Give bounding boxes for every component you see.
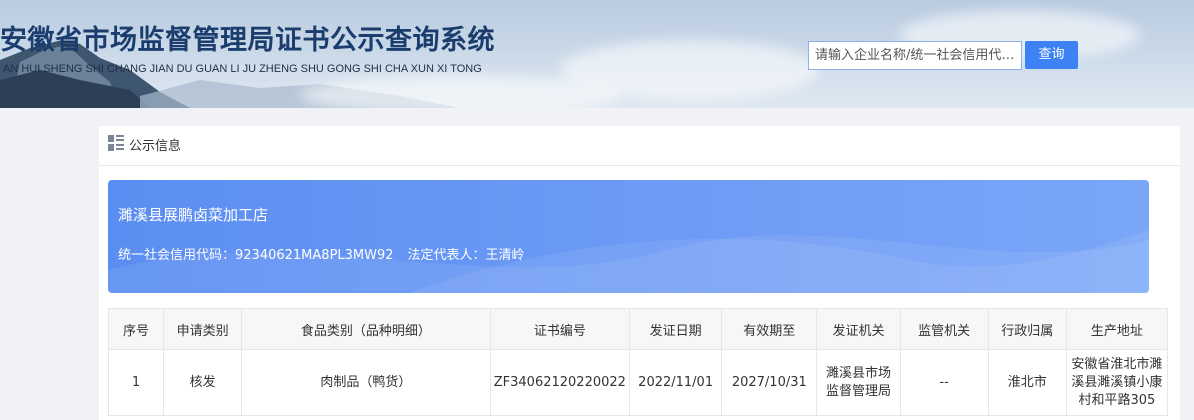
legal-rep: 王清岭 [485,248,525,263]
panel-header: 公示信息 [99,126,1180,166]
table-header-row: 序号 申请类别 食品类别（品种明细） 证书编号 发证日期 有效期至 发证机关 监… [107,308,1169,350]
header-cell: 生产地址 [1065,308,1169,350]
company-info: 统一社会信用代码：92340621MA8PL3MW92 法定代表人：王清岭 [118,244,525,263]
public-info-panel: 公示信息 濉溪县展鹏卤菜加工店 统一社会信用代码：92340621MA8PL3M… [99,126,1180,420]
credit-code: 92340621MA8PL3MW92 [235,248,394,263]
header-cell: 序号 [107,308,165,350]
certificate-table: 序号 申请类别 食品类别（品种明细） 证书编号 发证日期 有效期至 发证机关 监… [107,308,1169,416]
legal-rep-label: 法定代表人： [407,248,486,263]
header-cell: 监管机关 [899,308,989,350]
table-cell: 淮北市 [987,349,1067,416]
header-cell: 发证日期 [629,308,723,350]
header-cell: 证书编号 [489,308,631,350]
company-card: 濉溪县展鹏卤菜加工店 统一社会信用代码：92340621MA8PL3MW92 法定… [108,180,1149,293]
search-button[interactable]: 查询 [1025,41,1078,69]
company-name: 濉溪县展鹏卤菜加工店 [118,206,269,224]
header-cell: 行政归属 [987,308,1067,350]
table-cell: -- [899,349,989,416]
site-subtitle: AN HUI SHENG SHI CHANG JIAN DU GUAN LI J… [3,63,482,75]
search-input[interactable]: 请输入企业名称/统一社会信用代码... [808,41,1022,70]
header-cell: 有效期至 [721,308,818,350]
table-cell: 安徽省淮北市濉溪县濉溪镇小康村和平路305 [1065,349,1169,416]
wave-decoration [108,230,1149,293]
table-cell: 2022/11/01 [629,349,723,416]
header-cell: 申请类别 [163,308,243,350]
header-cell: 发证机关 [816,308,901,350]
panel-title: 公示信息 [129,139,182,154]
header-banner: 安徽省市场监督管理局证书公示查询系统 AN HUI SHENG SHI CHAN… [0,0,1194,108]
cloud-decoration [300,75,620,108]
site-title: 安徽省市场监督管理局证书公示查询系统 [0,25,495,56]
list-icon [108,135,124,151]
table-cell: 1 [107,349,165,416]
table-cell: 肉制品（鸭货） [241,349,491,416]
table-cell: 2027/10/31 [721,349,818,416]
table-row: 1 核发 肉制品（鸭货） ZF34062120220022 2022/11/01… [107,349,1169,416]
table-cell: ZF34062120220022 [489,349,631,416]
header-cell: 食品类别（品种明细） [241,308,491,350]
credit-code-label: 统一社会信用代码： [118,248,236,263]
table-cell: 核发 [163,349,243,416]
table-cell: 濉溪县市场监督管理局 [816,349,901,416]
